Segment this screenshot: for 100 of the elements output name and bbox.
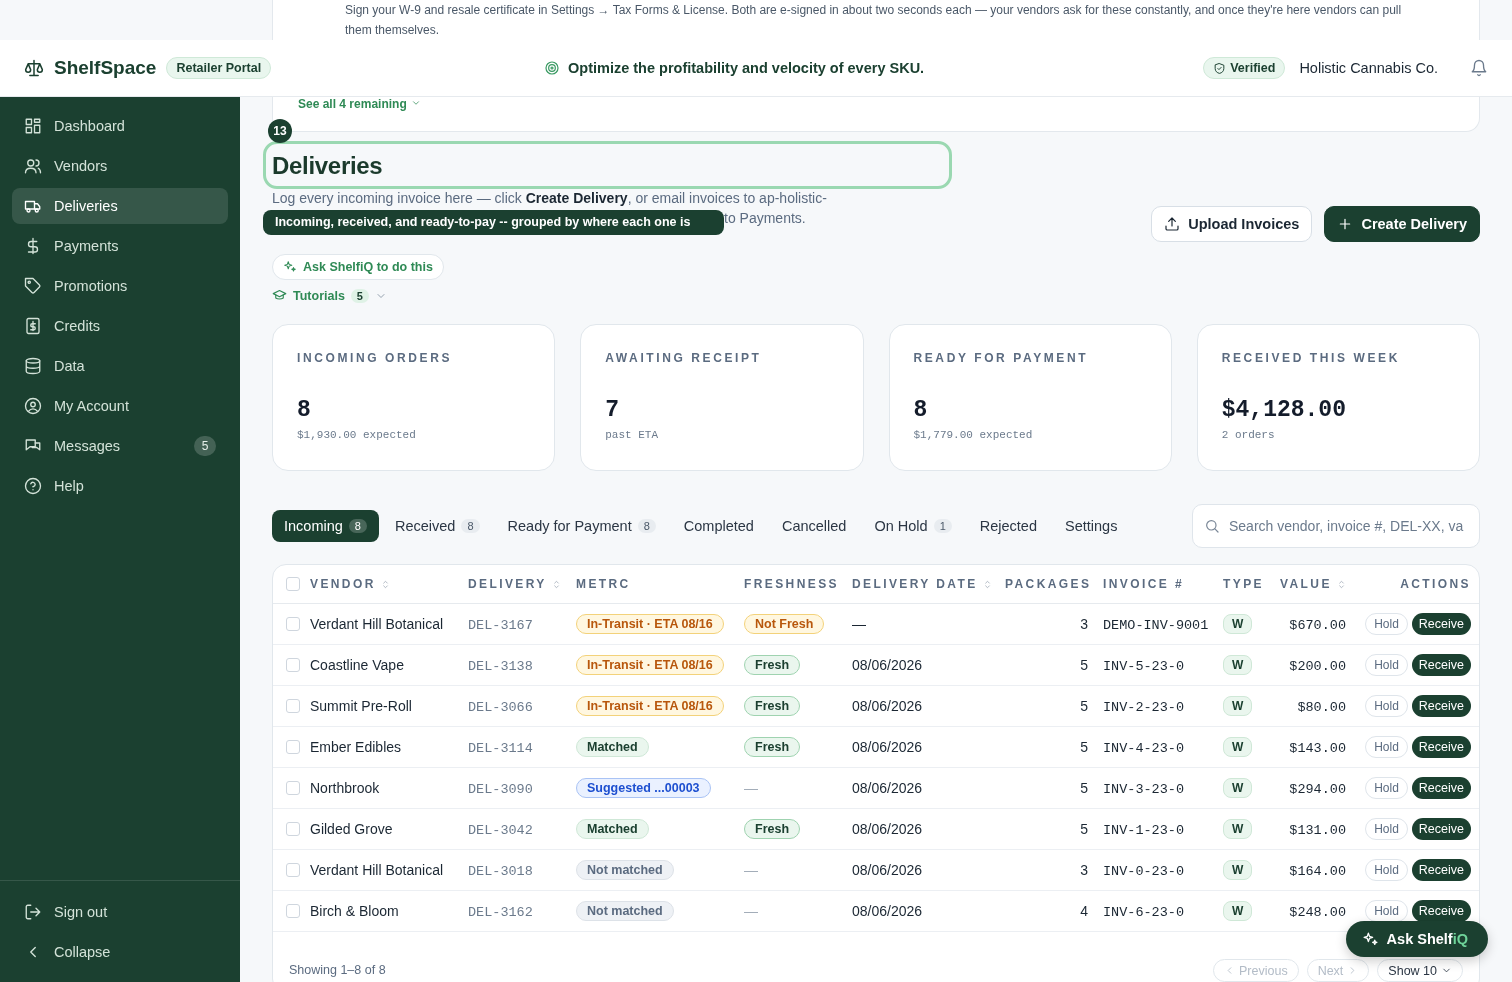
receipt-icon bbox=[24, 317, 42, 335]
row-checkbox[interactable] bbox=[286, 658, 300, 672]
hold-button[interactable]: Hold bbox=[1365, 900, 1408, 922]
receive-button[interactable]: Receive bbox=[1411, 654, 1471, 676]
tab[interactable]: Cancelled bbox=[769, 510, 859, 542]
receive-button[interactable]: Receive bbox=[1411, 695, 1471, 717]
sidebar-item[interactable]: Collapse bbox=[12, 934, 228, 970]
row-checkbox[interactable] bbox=[286, 822, 300, 836]
see-all-link[interactable]: See all 4 remaining bbox=[298, 97, 407, 111]
type-badge: W bbox=[1223, 655, 1253, 675]
sidebar-item[interactable]: Help bbox=[12, 468, 228, 504]
sidebar-item[interactable]: Data bbox=[12, 348, 228, 384]
receive-button[interactable]: Receive bbox=[1411, 736, 1471, 758]
delivery-date: 08/06/2026 bbox=[852, 698, 923, 714]
ask-assistant-button[interactable]: Ask ShelfiQ to do this bbox=[272, 254, 444, 280]
row-checkbox[interactable] bbox=[286, 617, 300, 631]
tutorials-toggle[interactable]: Tutorials 5 bbox=[272, 288, 387, 303]
count-badge: 1 bbox=[933, 519, 952, 533]
hold-button[interactable]: Hold bbox=[1365, 695, 1408, 717]
primary-button[interactable]: Create Delivery bbox=[1324, 206, 1480, 242]
receive-button[interactable]: Receive bbox=[1411, 859, 1471, 881]
results-summary: Showing 1–8 of 8 bbox=[289, 962, 386, 979]
value-amount: $248.00 bbox=[1289, 904, 1346, 920]
user-circle-icon bbox=[24, 397, 42, 415]
sidebar-item[interactable]: Messages 5 bbox=[12, 428, 228, 464]
page-size-select[interactable]: Show 10 bbox=[1377, 959, 1463, 982]
row-checkbox[interactable] bbox=[286, 699, 300, 713]
tab[interactable]: Received 8 bbox=[382, 510, 492, 542]
receive-button[interactable]: Receive bbox=[1411, 900, 1471, 922]
tab[interactable]: Ready for Payment 8 bbox=[495, 510, 668, 542]
metrc-status-chip: Not matched bbox=[576, 860, 674, 880]
sidebar-item[interactable]: My Account bbox=[12, 388, 228, 424]
stat-note: 2 orders bbox=[1221, 429, 1276, 441]
row-checkbox[interactable] bbox=[286, 740, 300, 754]
count-badge: 5 bbox=[350, 288, 369, 303]
type-badge: W bbox=[1223, 778, 1253, 798]
database-icon bbox=[24, 357, 42, 375]
hold-button[interactable]: Hold bbox=[1365, 736, 1408, 758]
type-badge: W bbox=[1223, 737, 1253, 757]
delivery-id: DEL-3114 bbox=[468, 740, 533, 756]
empty-dash: — bbox=[744, 903, 758, 919]
people-icon bbox=[24, 157, 42, 175]
ask-assistant-button[interactable]: Ask ShelfiQ bbox=[1345, 921, 1488, 957]
hold-button[interactable]: Hold bbox=[1365, 818, 1408, 840]
row-checkbox[interactable] bbox=[286, 904, 300, 918]
freshness-chip: Not Fresh bbox=[744, 614, 825, 634]
sidebar-item[interactable]: Payments bbox=[12, 228, 228, 264]
tab[interactable]: Rejected bbox=[967, 510, 1049, 542]
tab[interactable]: Incoming 8 bbox=[272, 510, 379, 542]
stat-label: READY FOR PAYMENT bbox=[913, 351, 1090, 365]
type-badge: W bbox=[1223, 901, 1253, 921]
graduation-cap-icon bbox=[272, 288, 287, 303]
receive-button[interactable]: Receive bbox=[1411, 777, 1471, 799]
value-amount: $164.00 bbox=[1289, 863, 1346, 879]
delivery-id: DEL-3138 bbox=[468, 658, 533, 674]
search-icon bbox=[1204, 518, 1220, 534]
company-name: Holistic Cannabis Co. bbox=[1299, 60, 1438, 76]
stat-label: AWAITING RECEIPT bbox=[605, 351, 763, 365]
tab[interactable]: Settings bbox=[1053, 510, 1130, 542]
sidebar-item[interactable]: Sign out bbox=[12, 894, 228, 930]
tab[interactable]: Completed bbox=[671, 510, 766, 542]
tab[interactable]: On Hold 1 bbox=[862, 510, 964, 542]
secondary-button[interactable]: Upload Invoices bbox=[1151, 206, 1313, 242]
sign-out-icon bbox=[24, 903, 42, 921]
metrc-status-chip: Not matched bbox=[576, 901, 674, 921]
vendor-name: Ember Edibles bbox=[310, 739, 402, 755]
bell-icon bbox=[1470, 59, 1488, 77]
receive-button[interactable]: Receive bbox=[1411, 613, 1471, 635]
value-amount: $80.00 bbox=[1297, 699, 1346, 715]
sidebar-item[interactable]: Vendors bbox=[12, 148, 228, 184]
receive-button[interactable]: Receive bbox=[1411, 818, 1471, 840]
delivery-id: DEL-3162 bbox=[468, 904, 533, 920]
column-header: TYPE bbox=[1223, 577, 1264, 591]
row-checkbox[interactable] bbox=[286, 863, 300, 877]
count-badge: 8 bbox=[461, 519, 480, 533]
freshness-chip: Fresh bbox=[744, 696, 801, 716]
column-header: DELIVERY bbox=[468, 577, 547, 591]
hold-button[interactable]: Hold bbox=[1365, 859, 1408, 881]
invoice-number: INV-1-23-0 bbox=[1103, 822, 1184, 838]
sidebar-item[interactable]: Deliveries bbox=[12, 188, 228, 224]
column-header: VENDOR bbox=[310, 577, 376, 591]
count-badge: 8 bbox=[637, 519, 656, 533]
sidebar-item[interactable]: Promotions bbox=[12, 268, 228, 304]
upload-icon bbox=[1164, 216, 1181, 232]
hold-button[interactable]: Hold bbox=[1365, 654, 1408, 676]
hold-button[interactable]: Hold bbox=[1365, 777, 1408, 799]
value-amount: $200.00 bbox=[1289, 658, 1346, 674]
freshness-chip: Fresh bbox=[744, 655, 801, 675]
invoice-number: INV-0-23-0 bbox=[1103, 863, 1184, 879]
vendor-name: Gilded Grove bbox=[310, 821, 393, 837]
select-all-checkbox[interactable] bbox=[286, 577, 300, 591]
invoice-number: INV-6-23-0 bbox=[1103, 904, 1184, 920]
stat-note: past ETA bbox=[605, 429, 660, 441]
sidebar-item[interactable]: Dashboard bbox=[12, 108, 228, 144]
invoice-number: INV-3-23-0 bbox=[1103, 781, 1184, 797]
hold-button[interactable]: Hold bbox=[1365, 613, 1408, 635]
chevron-down-icon bbox=[411, 98, 422, 108]
row-checkbox[interactable] bbox=[286, 781, 300, 795]
search-field[interactable]: Search vendor, invoice #, DEL-XX, va bbox=[1192, 504, 1480, 548]
sidebar-item[interactable]: Credits bbox=[12, 308, 228, 344]
